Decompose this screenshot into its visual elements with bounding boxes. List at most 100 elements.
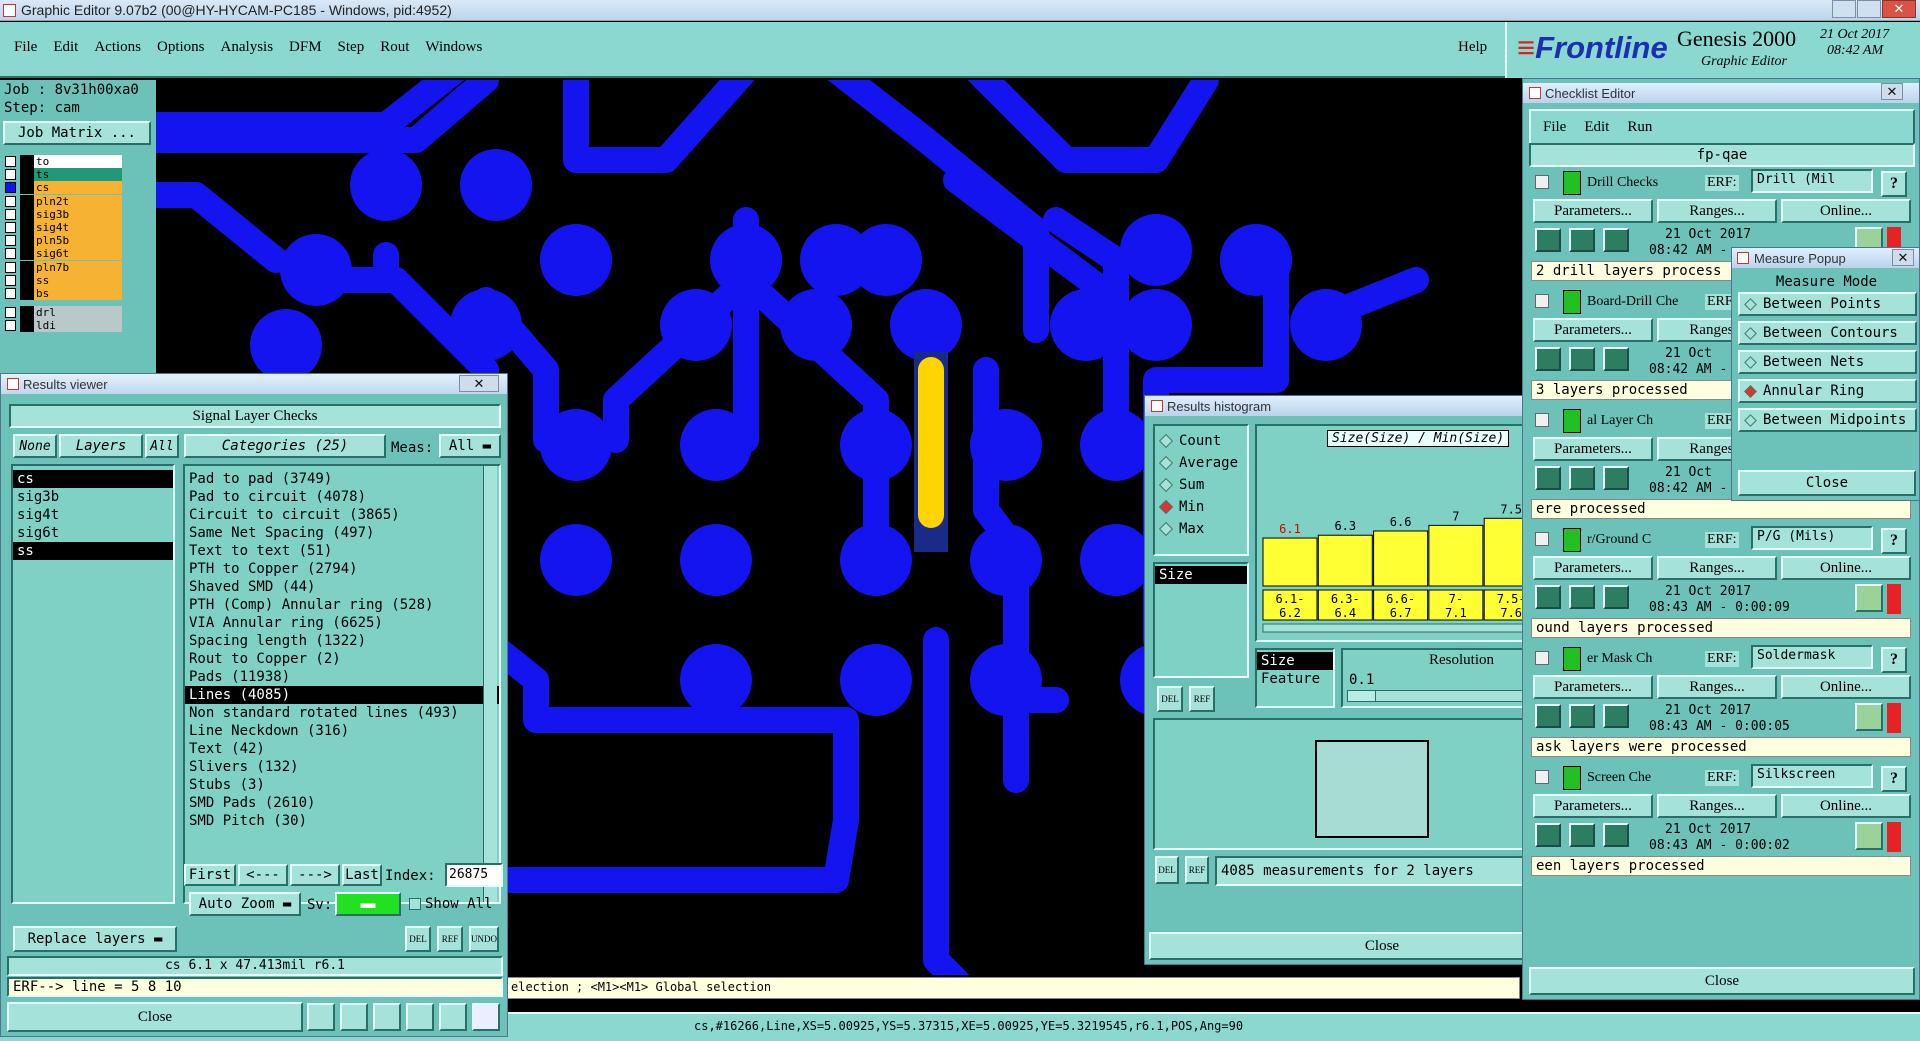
mode-sum[interactable]: Sum [1155,474,1247,496]
check-online-button[interactable]: Online... [1781,794,1911,818]
run-icon[interactable] [1535,704,1561,728]
check-parameters-button[interactable]: Parameters... [1533,556,1653,580]
del-button[interactable]: DEL [405,926,431,952]
categories-button[interactable]: Categories (25) [184,434,386,458]
measure-mode-2[interactable]: Between Nets [1738,350,1917,374]
layer-visibility-toggle[interactable] [5,261,16,273]
check-erf-field[interactable]: Drill (Mil [1751,169,1873,193]
checklist-menu-run[interactable]: Run [1627,119,1652,136]
run-icon[interactable] [1569,823,1595,847]
preview-del-button[interactable]: DEL [1155,856,1179,884]
histogram-bar[interactable] [1262,537,1318,587]
first-button[interactable]: First [184,864,236,886]
measure-close-button[interactable]: Close [1738,470,1916,496]
run-icon[interactable] [1569,466,1595,490]
run-icon[interactable] [1603,347,1629,371]
run-icon[interactable] [1535,228,1561,252]
check-online-button[interactable]: Online... [1781,556,1911,580]
run-icon[interactable] [1535,585,1561,609]
result-layer-item[interactable]: ss [13,542,173,560]
measure-mode-4[interactable]: Between Midpoints [1738,408,1917,432]
next-button[interactable]: ---> [290,864,340,886]
layer-visibility-toggle[interactable] [5,248,16,260]
category-item[interactable]: PTH to Copper (2794) [185,560,499,578]
layer-row[interactable]: pln7b [3,260,123,274]
hist-del-button[interactable]: DEL [1157,686,1183,712]
menu-help[interactable]: Help [1458,39,1487,56]
run-icon[interactable] [1535,466,1561,490]
job-matrix-button[interactable]: Job Matrix ... [3,121,151,145]
layer-row[interactable]: to [3,155,123,168]
check-help-button[interactable]: ? [1881,528,1907,554]
check-erf-field[interactable]: Soldermask [1751,645,1873,669]
run-icon[interactable] [1569,704,1595,728]
layer-row[interactable]: pln2t [3,194,123,208]
results-layer-list[interactable]: cs sig3b sig4t sig6t ss [11,464,175,904]
checklist-close-icon[interactable]: ✕ [1881,83,1903,100]
layer-row[interactable]: sig3b [3,207,123,221]
menu-analysis[interactable]: Analysis [221,39,274,56]
check-enabled-checkbox[interactable] [1535,532,1549,546]
run-icon[interactable] [1603,823,1629,847]
show-all-checkbox[interactable] [409,898,421,910]
check-action-icon[interactable] [1563,528,1581,552]
check-ranges-button[interactable]: Ranges... [1657,556,1777,580]
flashlight-icon[interactable] [307,1003,335,1031]
result-layer-item[interactable]: sig3b [13,488,173,506]
zoom-result-icon[interactable] [1855,822,1883,850]
check-ranges-button[interactable]: Ranges... [1657,199,1777,223]
category-item[interactable]: Circuit to circuit (3865) [185,506,499,524]
check-icon[interactable] [406,1003,434,1031]
result-layer-item[interactable]: cs [13,470,173,488]
run-icon[interactable] [1569,585,1595,609]
check-enabled-checkbox[interactable] [1535,413,1549,427]
layer-visibility-toggle[interactable] [5,169,16,181]
checklist-menu-file[interactable]: File [1543,119,1566,136]
layer-row[interactable]: sig4t [3,220,123,234]
check-enabled-checkbox[interactable] [1535,651,1549,665]
category-item[interactable]: Slivers (132) [185,758,499,776]
layer-visibility-toggle[interactable] [5,274,16,286]
menu-rout[interactable]: Rout [380,39,409,56]
notes-icon[interactable] [439,1003,467,1031]
close-window-button[interactable]: ✕ [1882,0,1916,18]
layers-all-button[interactable]: All [145,434,179,458]
layer-visibility-toggle[interactable] [5,287,16,299]
mode-min[interactable]: Min [1155,496,1247,518]
category-item[interactable]: Stubs (3) [185,776,499,794]
check-enabled-checkbox[interactable] [1535,294,1549,308]
auto-zoom-dropdown[interactable]: Auto Zoom ▬ [189,892,301,916]
layer-visibility-toggle[interactable] [5,221,16,233]
mode-count[interactable]: Count [1155,430,1247,452]
measure-mode-1[interactable]: Between Contours [1738,321,1917,345]
check-action-icon[interactable] [1563,766,1581,790]
check-enabled-checkbox[interactable] [1535,770,1549,784]
category-item[interactable]: Text to text (51) [185,542,499,560]
category-item[interactable]: Pads (11938) [185,668,499,686]
run-icon[interactable] [1603,704,1629,728]
category-item[interactable]: SMD Pads (2610) [185,794,499,812]
menu-edit[interactable]: Edit [53,39,78,56]
chart-icon[interactable] [472,1003,500,1031]
menu-windows[interactable]: Windows [425,39,482,56]
size-feature-list[interactable]: Size Feature [1255,648,1335,708]
maximize-button[interactable] [1857,0,1881,18]
run-icon[interactable] [1569,228,1595,252]
measure-mode-0[interactable]: Between Points [1738,292,1917,316]
layer-row[interactable]: ts [3,168,123,182]
checklist-close-button[interactable]: Close [1529,967,1915,995]
histogram-bar[interactable] [1373,530,1429,587]
layer-row[interactable]: cs [3,181,123,195]
check-erf-field[interactable]: P/G (Mils) [1751,526,1873,550]
menu-file[interactable]: File [14,39,37,56]
check-enabled-checkbox[interactable] [1535,175,1549,189]
layer-visibility-toggle[interactable] [5,182,16,194]
stop-icon[interactable] [340,1003,368,1031]
category-item[interactable]: PTH (Comp) Annular ring (528) [185,596,499,614]
ref-button[interactable]: REF [437,926,463,952]
zoom-result-icon[interactable] [1855,703,1883,731]
check-action-icon[interactable] [1563,647,1581,671]
mode-average[interactable]: Average [1155,452,1247,474]
category-item[interactable]: SMD Pitch (30) [185,812,499,830]
meas-dropdown[interactable]: All ▬ [439,434,501,458]
